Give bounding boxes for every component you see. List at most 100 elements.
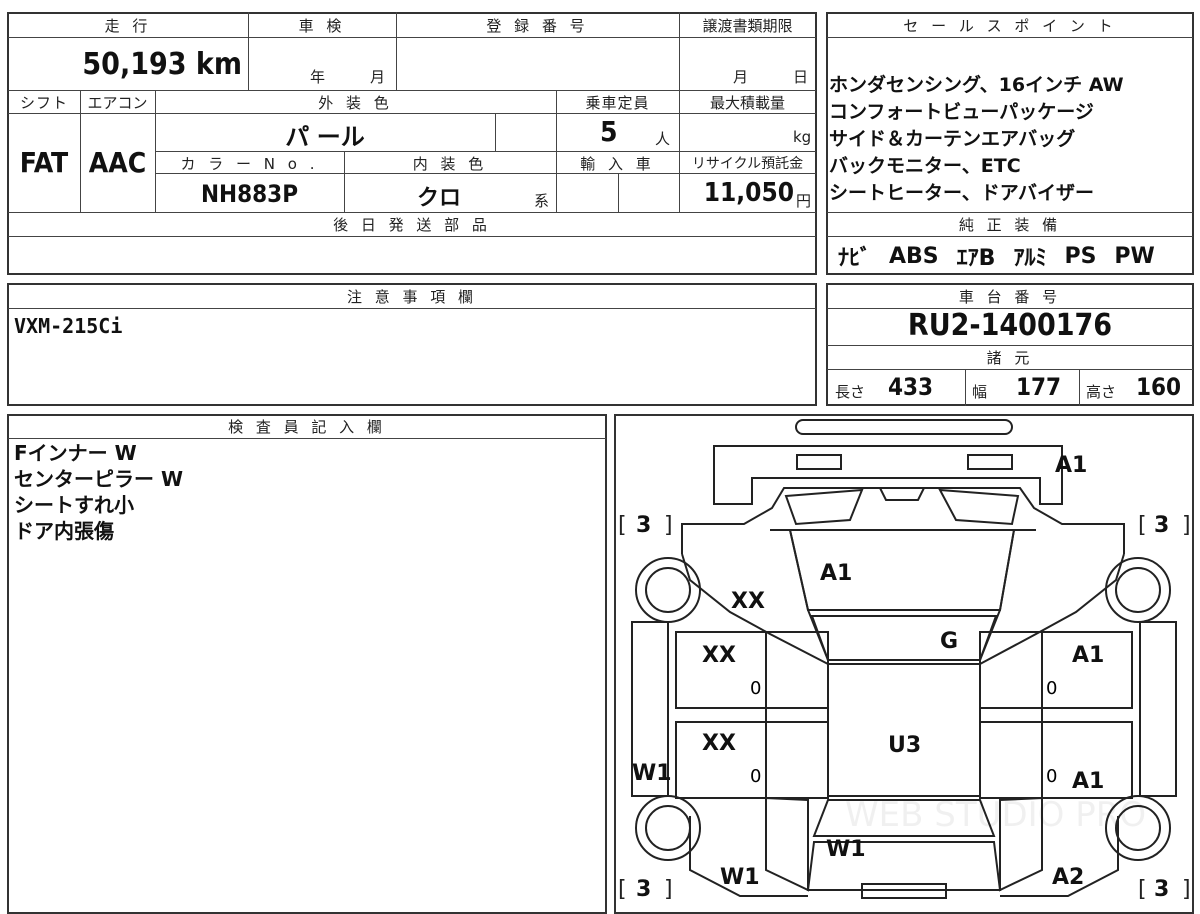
- tire-rr-tread: 3: [1154, 877, 1169, 900]
- headlight-right: [938, 488, 1020, 526]
- deadline-day: 日: [793, 68, 809, 86]
- genuine-equipment-list: ﾅﾋﾞ ABS ｴｱB ｱﾙﾐ PS PW: [838, 238, 1188, 274]
- label-front-left-fender: XX: [731, 589, 765, 614]
- inspector-note-3: シートすれ小: [14, 493, 134, 517]
- shaken-header: 車 検: [298, 17, 346, 35]
- a-pillar-left: [770, 529, 829, 664]
- tire-fr-tread: 3: [1154, 513, 1169, 538]
- recycle-value: 11,050: [703, 178, 794, 208]
- width-value: 177: [1016, 373, 1062, 401]
- width-label: 幅: [972, 383, 988, 401]
- inspector-note-1: Fインナー W: [14, 441, 137, 465]
- svg-text:[: [: [618, 877, 627, 900]
- sales-point-5: シートヒーター、ドアバイザー: [829, 182, 1095, 204]
- svg-text:]: ]: [664, 877, 673, 900]
- label-center: U3: [888, 733, 921, 758]
- label-hood: A1: [820, 561, 852, 586]
- mileage-header: 走 行: [104, 17, 152, 35]
- aircon-header: エアコン: [87, 94, 148, 112]
- max-load-unit: kg: [793, 128, 812, 146]
- right-rocker: [1139, 621, 1177, 797]
- length-value: 433: [888, 373, 934, 401]
- grille: [878, 487, 926, 501]
- import-header: 輸 入 車: [580, 155, 655, 173]
- later-parts-header: 後 日 発 送 部 品: [333, 216, 491, 234]
- capacity-unit: 人: [655, 130, 671, 148]
- notes-header: 注 意 事 項 欄: [346, 288, 478, 306]
- shaken-year: 年: [310, 68, 326, 86]
- capacity-value: 5: [600, 115, 618, 148]
- watermark: WEB STUDIO PRO: [845, 795, 1146, 835]
- genuine-item: PW: [1114, 243, 1155, 269]
- inspector-header: 検 査 員 記 入 欄: [228, 418, 386, 436]
- max-load-header: 最大積載量: [709, 94, 785, 112]
- sales-point-1: ホンダセンシング、16インチ AW: [829, 74, 1124, 96]
- windshield: [810, 615, 998, 661]
- tire-rl-tread: 3: [636, 877, 651, 900]
- notes-text: VXM-215Ci: [14, 314, 123, 338]
- recycle-header: リサイクル預託金: [691, 156, 804, 172]
- sales-point-2: コンフォートビューパッケージ: [829, 101, 1094, 123]
- label-front-bumper: A1: [1055, 453, 1087, 478]
- genuine-item: ｴｱB: [956, 246, 996, 271]
- label-rear-left-quarter: W1: [720, 865, 760, 890]
- svg-text:]: ]: [664, 513, 673, 538]
- zero-mark: 0: [750, 766, 761, 787]
- genuine-item: PS: [1064, 243, 1097, 269]
- interior-color-value: クロ: [416, 186, 461, 211]
- aircon-value: AAC: [88, 146, 147, 179]
- label-rear-left-door: XX: [702, 731, 736, 756]
- color-no-header: カ ラ ー N o .: [180, 155, 319, 173]
- mileage-value: 50,193 km: [82, 47, 242, 82]
- inspector-note-2: センターピラー W: [14, 467, 184, 491]
- sales-point-header: セ ー ル ス ポ イ ン ト: [903, 17, 1117, 35]
- exterior-color-value: パ ール: [285, 123, 365, 151]
- svg-text:[: [: [618, 513, 627, 538]
- registration-header: 登 録 番 号: [486, 17, 589, 35]
- interior-color-suffix: 系: [534, 192, 550, 210]
- genuine-item: ﾅﾋﾞ: [838, 246, 872, 271]
- chassis-no-value: RU2-1400176: [907, 308, 1113, 343]
- front-bumper-shape: [795, 419, 1013, 435]
- car-diagram: WEB STUDIO PRO A1 A1 XX XX G A1 XX U3 A1…: [618, 419, 1191, 900]
- chassis-no-header: 車 台 番 号: [958, 288, 1062, 306]
- genuine-equipment-header: 純 正 装 備: [958, 216, 1062, 234]
- shift-value: FAT: [19, 146, 69, 179]
- recycle-unit: 円: [796, 192, 812, 210]
- label-rear-right-door: A1: [1072, 769, 1104, 794]
- label-left-rocker: W1: [632, 761, 672, 786]
- fog-lamp-right: [967, 454, 1013, 470]
- specs-header: 諸 元: [986, 349, 1034, 367]
- a-pillar-right: [979, 529, 1036, 664]
- label-rear-right-quarter: A2: [1052, 865, 1084, 890]
- genuine-item: ABS: [889, 243, 939, 269]
- deadline-month: 月: [733, 68, 749, 86]
- height-value: 160: [1136, 373, 1182, 401]
- svg-text:[: [: [1138, 877, 1147, 900]
- zero-mark: 0: [750, 678, 761, 699]
- interior-color-header: 内 装 色: [412, 155, 488, 173]
- sales-point-3: サイド＆カーテンエアバッグ: [829, 128, 1076, 150]
- sales-point-4: バックモニター、ETC: [829, 155, 1021, 177]
- capacity-header: 乗車定員: [585, 94, 650, 112]
- svg-text:]: ]: [1182, 877, 1191, 900]
- label-trunk: W1: [826, 837, 866, 862]
- headlight-left: [784, 488, 864, 526]
- exterior-color-header: 外 装 色: [318, 94, 393, 112]
- rear-left-quarter: [765, 796, 809, 892]
- tire-fl-tread: 3: [636, 513, 651, 538]
- roof-panel: [827, 663, 981, 797]
- genuine-item: ｱﾙﾐ: [1013, 246, 1047, 271]
- label-front-left-door: XX: [702, 643, 736, 668]
- zero-mark: 0: [1046, 678, 1057, 699]
- color-no-value: NH883P: [200, 180, 299, 208]
- label-front-right-door: A1: [1072, 643, 1104, 668]
- fog-lamp-left: [796, 454, 842, 470]
- height-label: 高さ: [1086, 383, 1117, 401]
- svg-text:[: [: [1138, 513, 1147, 538]
- length-label: 長さ: [835, 383, 866, 401]
- transfer-deadline-header: 譲渡書類期限: [702, 17, 793, 35]
- label-roof: G: [940, 629, 958, 654]
- shaken-month: 月: [370, 68, 386, 86]
- zero-mark: 0: [1046, 766, 1057, 787]
